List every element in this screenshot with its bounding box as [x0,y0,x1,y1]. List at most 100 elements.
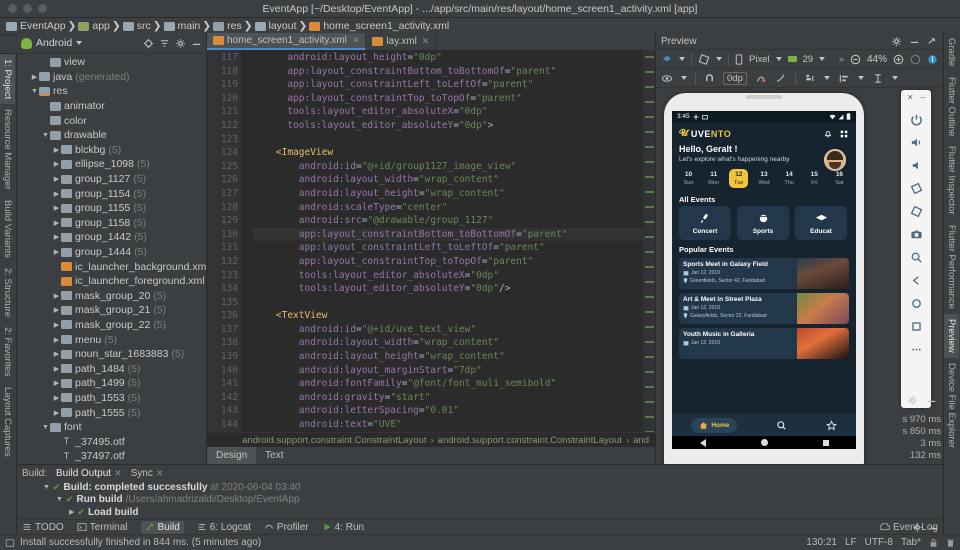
code-line[interactable]: android:src="@drawable/group_1127" [253,214,655,228]
error-stripe-mark[interactable] [645,431,654,432]
tool-window-6--logcat[interactable]: 6: Logcat [197,522,251,533]
minimize-icon[interactable] [926,395,937,406]
minimize-icon[interactable] [909,36,920,47]
minimize-icon[interactable]: – [921,93,925,102]
tree-node[interactable]: ▶ path_1499 (5) [17,376,206,391]
nav-item-home[interactable]: Home [691,417,738,433]
breadcrumb-item-home-screen1-activity-xml[interactable]: home_screen1_activity.xml [309,20,449,32]
overview-icon[interactable] [910,320,923,333]
tool-window-4--run[interactable]: 4: Run [322,522,364,533]
code-line[interactable]: android:gravity="start" [253,391,655,405]
tree-node[interactable]: ▼ res [17,84,206,99]
zoom-out-icon[interactable] [850,54,861,65]
tree-node[interactable]: ▶ noun_star_1683883 (5) [17,347,206,362]
chevron-right-icon[interactable]: ▶ [52,292,61,300]
back-icon[interactable] [910,274,923,287]
chevron-down-icon[interactable] [775,57,782,61]
indent-setting[interactable]: Tab* [901,537,921,548]
chevron-right-icon[interactable]: ▶ [52,350,61,358]
tree-node[interactable]: ▶ group_1158 (5) [17,216,206,231]
tree-node[interactable]: ▶ ellipse_1098 (5) [17,157,206,172]
error-stripe-mark[interactable] [645,56,654,58]
chevron-down-icon[interactable] [819,57,826,61]
error-stripe-mark[interactable] [645,221,654,223]
restore-icon[interactable] [927,36,938,47]
code-line[interactable]: android:layout_width="wrap_content" [253,173,655,187]
settings-gear-icon[interactable] [175,38,186,49]
error-stripe-mark[interactable] [645,281,654,283]
settings-gear-icon[interactable] [907,395,918,406]
code-line[interactable]: android:letterSpacing="0.01" [253,404,655,418]
autoconnect-magnet-icon[interactable] [704,73,715,84]
infer-constraints-icon[interactable] [775,73,787,84]
project-tree[interactable]: ▶view▶java(generated)▼res▶animator▶color… [17,54,206,464]
chevron-right-icon[interactable]: ▶ [52,365,61,373]
settings-gear-icon[interactable] [891,36,902,47]
category-concert[interactable]: Concert [679,206,731,240]
breadcrumb-item-eventapp[interactable]: EventApp [6,20,66,32]
chevron-right-icon[interactable]: ▶ [52,321,61,329]
tree-node[interactable]: ▶ group_1442 (5) [17,230,206,245]
breadcrumb-item-layout[interactable]: layout [254,20,297,32]
chevron-down-icon[interactable] [76,41,83,45]
date-cell[interactable]: 12 Tue [729,169,749,188]
category-educat[interactable]: Educat [795,206,847,240]
close-tab-icon[interactable]: ✕ [422,36,430,47]
eye-icon[interactable] [661,73,673,84]
collapse-all-icon[interactable] [159,38,170,49]
zoom-magnifier-icon[interactable] [910,251,923,264]
code-line[interactable]: tools:layout_editor_absoluteX="0dp" [253,269,655,283]
chevron-right-icon[interactable]: ▶ [30,73,39,81]
orientation-icon[interactable] [698,53,710,65]
tree-node[interactable]: ▶ java (generated) [17,70,206,85]
preview-device-label[interactable]: Pixel [749,54,770,65]
search-icon[interactable] [776,420,787,431]
code-line[interactable] [253,133,655,147]
tree-node[interactable]: ▶view [17,55,206,70]
chevron-down-icon[interactable] [679,57,685,61]
design-tab-text[interactable]: Text [256,447,292,464]
close-tab-icon[interactable]: ✕ [114,468,122,479]
preview-stage[interactable]: 3:45 𝓤 UVENTO Hello, Geralt ! Let's expl… [656,88,943,464]
error-stripe-mark[interactable] [645,371,654,373]
app-bottom-nav[interactable]: Home [672,414,856,436]
android-system-nav[interactable] [672,436,856,449]
code-line[interactable]: <TextView [253,309,655,323]
rail-item-2--structure[interactable]: 2: Structure [0,263,15,322]
tree-node[interactable]: ▶ path_1484 (5) [17,361,206,376]
lock-icon[interactable] [929,538,938,548]
code-line[interactable]: android:layout_height="wrap_content" [253,187,655,201]
code-line[interactable]: app:layout_constraintLeft_toLeftOf="pare… [253,78,655,92]
star-icon[interactable] [825,419,837,431]
chevron-right-icon[interactable]: ▶ [52,146,61,154]
line-separator[interactable]: LF [845,537,857,548]
structure-crumb[interactable]: android.support.constraint.ConstraintLay… [242,435,426,446]
tree-node[interactable]: ▶ mask_group_21 (5) [17,303,206,318]
code-line[interactable]: android:layout_marginStart="7dp" [253,364,655,378]
chevron-right-icon[interactable]: ▶ [52,248,61,256]
zoom-fit-icon[interactable] [910,54,921,65]
design-surface-icon[interactable] [661,54,673,65]
error-stripe-mark[interactable] [645,191,654,193]
code-line[interactable]: app:layout_constraintTop_toTopOf="parent… [253,92,655,106]
locate-icon[interactable] [143,38,154,49]
date-cell[interactable]: 13 Wed [754,169,773,188]
error-stripe-mark[interactable] [645,266,654,268]
guidelines-icon[interactable] [872,73,884,84]
code-line[interactable] [253,296,655,310]
home-circle-icon[interactable] [760,439,768,446]
code-line[interactable]: app:layout_constraintBottom_toBottomOf="… [253,227,655,242]
error-stripe-mark[interactable] [645,71,654,73]
tree-node[interactable]: ▶ mask_group_22 (5) [17,318,206,333]
code-line[interactable]: <ImageView [253,146,655,160]
preview-stage-actions[interactable] [907,395,937,406]
date-cell[interactable]: 15 Fri [805,169,824,188]
event-log-button[interactable]: Event Log [879,522,938,533]
tree-node[interactable]: ▶ic_launcher_background.xml [17,259,206,274]
power-icon[interactable] [910,113,923,126]
tool-window-terminal[interactable]: Terminal [77,522,128,533]
event-card[interactable]: Sports Meet in Galaxy Field Jan 12, 2019 G… [679,258,849,289]
chevron-right-icon[interactable]: ▶ [52,306,61,314]
device-screen[interactable]: 3:45 𝓤 UVENTO Hello, Geralt ! Let's expl… [672,111,856,449]
rail-item-flutter-inspector[interactable]: Flutter Inspector [944,141,959,220]
